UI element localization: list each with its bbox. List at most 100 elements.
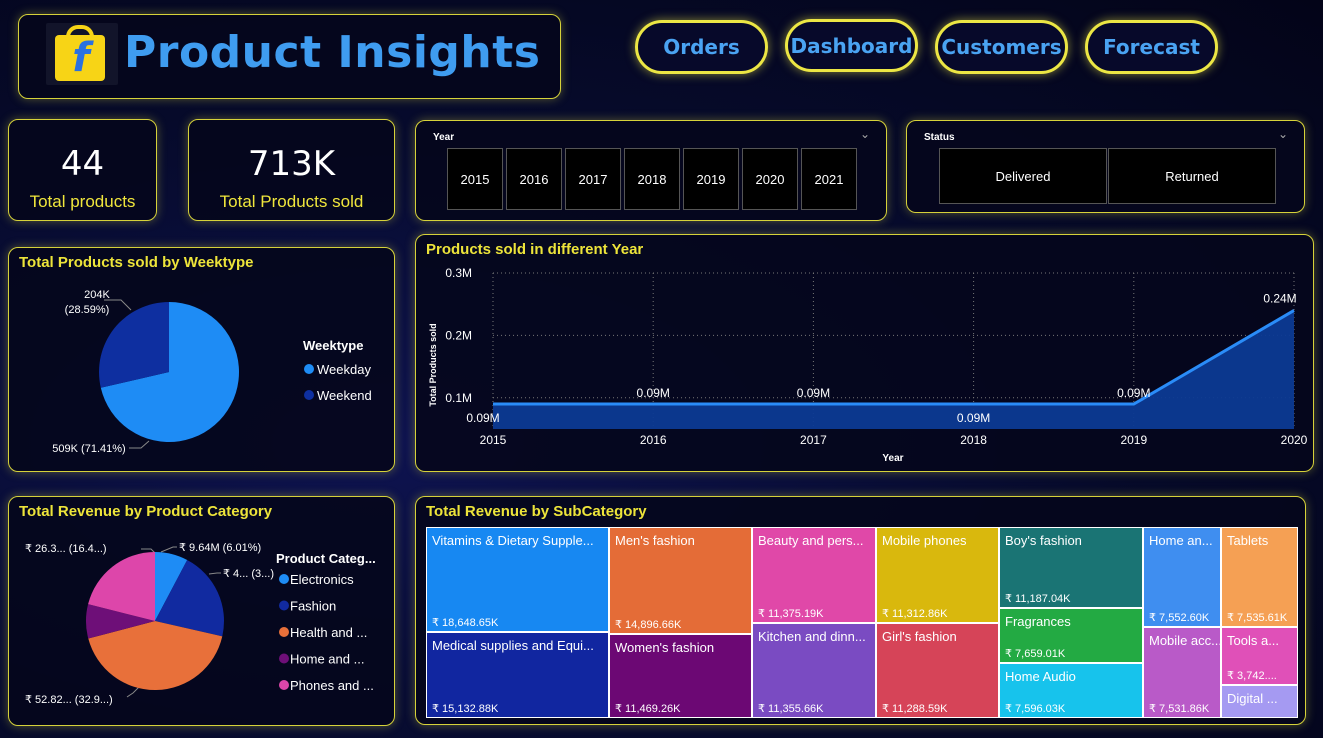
treemap-cell[interactable]: Digital ... (1221, 685, 1298, 718)
treemap-cell-value: ₹ 3,742.... (1227, 670, 1277, 682)
treemap-cell[interactable]: Men's fashion ₹ 14,896.66K (609, 527, 752, 634)
year-area-chart: Total Products sold Year 0.3M 0.2M 0.1M 201… (428, 266, 1308, 464)
legend-item-weekend[interactable]: Weekend (317, 388, 372, 403)
treemap-cell[interactable]: Fragrances ₹ 7,659.01K (999, 608, 1143, 663)
treemap-cell-label: Tools a... (1227, 633, 1280, 648)
treemap-cell-label: Women's fashion (615, 640, 715, 655)
treemap-cell-value: ₹ 14,896.66K (615, 619, 682, 631)
treemap-cell-label: Medical supplies and Equi... (432, 638, 594, 653)
treemap-cell-value: ₹ 11,312.86K (882, 608, 948, 620)
treemap-cell-value: ₹ 11,288.59K (882, 703, 948, 715)
subcategory-treemap-card: Total Revenue by SubCategory Vitamins & … (415, 496, 1306, 725)
forecast-nav-button[interactable]: Forecast (1085, 20, 1218, 74)
x-tick-label: 2015 (480, 433, 507, 447)
data-label: ₹ 4... (3...) (223, 568, 274, 580)
legend-item[interactable]: Phones and ... (290, 678, 374, 693)
treemap-cell[interactable]: Mobile phones ₹ 11,312.86K (876, 527, 999, 623)
treemap-cell[interactable]: Home an... ₹ 7,552.60K (1143, 527, 1221, 627)
year-option-2020[interactable]: 2020 (742, 148, 798, 210)
year-option-2016[interactable]: 2016 (506, 148, 562, 210)
y-axis-label: Total Products sold (428, 323, 438, 406)
status-option-returned[interactable]: Returned (1108, 148, 1276, 204)
treemap-cell-label: Kitchen and dinn... (758, 629, 866, 644)
treemap-cell-label: Mobile phones (882, 533, 967, 548)
legend-dot (279, 653, 289, 664)
treemap-cell-value: ₹ 11,187.04K (1005, 593, 1071, 605)
data-label: 0.09M (466, 411, 499, 425)
category-pie-chart: ₹ 26.3... (16.4...) ₹ 9.64M (6.01%) ₹ 4.… (25, 542, 376, 706)
treemap-cell-label: Men's fashion (615, 533, 695, 548)
chevron-down-icon[interactable]: ⌄ (1278, 127, 1288, 141)
dashboard-nav-button[interactable]: Dashboard (785, 19, 918, 72)
treemap-cell[interactable]: Girl's fashion ₹ 11,288.59K (876, 623, 999, 718)
treemap-cell[interactable]: Women's fashion ₹ 11,469.26K (609, 634, 752, 718)
leader-line (129, 440, 150, 449)
treemap-cell-label: Fragrances (1005, 614, 1071, 629)
data-label: 0.09M (1117, 386, 1150, 400)
treemap-cell[interactable]: Mobile acc... ₹ 7,531.86K (1143, 627, 1221, 718)
kpi-label: Total products (29, 192, 136, 211)
page-title: Product Insights (124, 27, 541, 78)
data-label: ₹ 26.3... (16.4...) (25, 543, 107, 555)
data-label: ₹ 9.64M (6.01%) (179, 542, 261, 554)
kpi-total-products-sold: 713K Total Products sold (188, 119, 395, 221)
treemap-cell[interactable]: Boy's fashion ₹ 11,187.04K (999, 527, 1143, 608)
data-label: 0.09M (957, 411, 990, 425)
treemap-cell-label: Tablets (1227, 533, 1269, 548)
status-option-delivered[interactable]: Delivered (939, 148, 1107, 204)
legend-dot (279, 680, 289, 690)
status-slicer: Status ⌄ Delivered Returned (906, 120, 1305, 213)
data-label: ₹ 52.82... (32.9...) (25, 694, 113, 706)
treemap-cell[interactable]: Kitchen and dinn... ₹ 11,355.66K (752, 623, 876, 718)
x-tick-label: 2019 (1120, 433, 1147, 447)
data-label: (28.59%) (65, 304, 110, 316)
treemap-cell-label: Girl's fashion (882, 629, 957, 644)
x-tick-label: 2017 (800, 433, 827, 447)
legend-item[interactable]: Health and ... (290, 625, 367, 640)
legend-item[interactable]: Home and ... (290, 652, 364, 667)
customers-nav-button[interactable]: Customers (935, 20, 1068, 74)
orders-nav-button[interactable]: Orders (635, 20, 768, 74)
year-option-2021[interactable]: 2021 (801, 148, 857, 210)
data-label: 0.09M (637, 386, 670, 400)
treemap-cell-value: ₹ 15,132.88K (432, 703, 499, 715)
treemap-cell-value: ₹ 7,535.61K (1227, 612, 1288, 624)
chevron-down-icon[interactable]: ⌄ (860, 127, 870, 141)
legend-dot (304, 364, 314, 374)
year-option-2017[interactable]: 2017 (565, 148, 621, 210)
treemap-cell-label: Vitamins & Dietary Supple... (432, 533, 594, 548)
legend-dot (304, 390, 314, 400)
year-option-2018[interactable]: 2018 (624, 148, 680, 210)
year-option-2015[interactable]: 2015 (447, 148, 503, 210)
kpi-value: 713K (247, 144, 336, 184)
kpi-value: 44 (60, 144, 105, 184)
treemap-cell[interactable]: Tools a... ₹ 3,742.... (1221, 627, 1298, 685)
x-axis-label: Year (882, 453, 903, 464)
treemap-cell-value: ₹ 11,355.66K (758, 703, 824, 715)
year-option-2019[interactable]: 2019 (683, 148, 739, 210)
weektype-chart-card: Total Products sold by Weektype 204K (28… (8, 247, 395, 472)
subcategory-treemap: Vitamins & Dietary Supple... ₹ 18,648.65K… (416, 497, 1307, 726)
x-tick-label: 2018 (960, 433, 987, 447)
treemap-cell-value: ₹ 7,531.86K (1149, 703, 1210, 715)
area-fill (493, 310, 1294, 429)
legend-item-weekday[interactable]: Weekday (317, 362, 371, 377)
legend-item[interactable]: Fashion (290, 599, 336, 614)
x-tick-label: 2016 (640, 433, 667, 447)
y-tick-label: 0.1M (445, 391, 472, 405)
legend-dot (279, 600, 289, 611)
shopping-bag-logo-icon: f (46, 23, 118, 85)
year-chart-card: Products sold in different Year Total Pr… (415, 234, 1314, 472)
treemap-cell-value: ₹ 7,596.03K (1005, 703, 1066, 715)
data-label: 204K (84, 289, 110, 301)
weektype-pie-chart: 204K (28.59%) 509K (71.41%) Weektype Wee… (52, 289, 372, 455)
data-label: 0.24M (1263, 291, 1296, 305)
treemap-cell[interactable]: Home Audio ₹ 7,596.03K (999, 663, 1143, 718)
treemap-cell[interactable]: Beauty and pers... ₹ 11,375.19K (752, 527, 876, 623)
treemap-cell-value: ₹ 18,648.65K (432, 617, 499, 629)
treemap-cell[interactable]: Tablets ₹ 7,535.61K (1221, 527, 1298, 627)
treemap-cell-label: Beauty and pers... (758, 533, 864, 548)
treemap-cell[interactable]: Medical supplies and Equi... ₹ 15,132.88K (426, 632, 609, 718)
treemap-cell[interactable]: Vitamins & Dietary Supple... ₹ 18,648.65K (426, 527, 609, 632)
legend-item[interactable]: Electronics (290, 572, 354, 587)
